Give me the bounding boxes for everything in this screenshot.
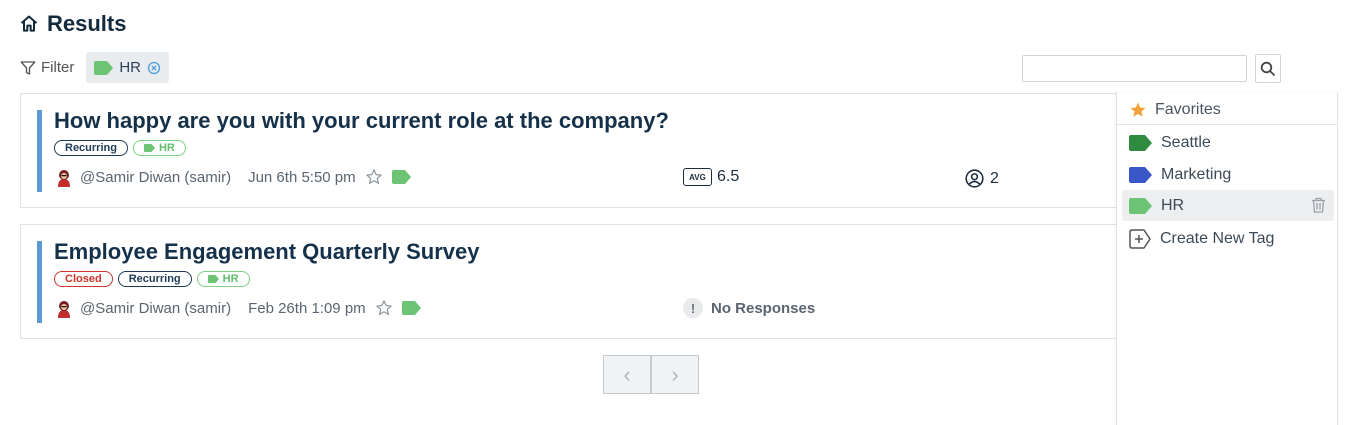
filter-icon [20,60,36,75]
tag-icon [207,275,219,283]
filter-chip-hr: HR [86,52,170,83]
star-icon[interactable] [365,168,383,186]
tag-icon [94,60,114,75]
tag-item-hr[interactable]: HR [1122,190,1334,221]
filter-bar: Filter HR [19,52,170,83]
filter-button[interactable]: Filter [19,59,74,77]
survey-date: Feb 26th 1:09 pm [248,299,366,317]
remove-chip-icon[interactable] [147,61,161,75]
no-responses-status: ! No Responses [683,298,815,318]
card-accent-bar [37,241,42,323]
average-score: AVG 6.5 [683,168,739,186]
survey-card[interactable]: Employee Engagement Quarterly Survey Clo… [20,224,1135,339]
search-icon [1260,61,1276,76]
avg-icon: AVG [683,168,712,186]
badge-list: Recurring HR [54,140,186,156]
favorites-label: Favorites [1155,101,1221,118]
tag-icon [1129,134,1152,151]
avatar [54,167,74,187]
survey-title[interactable]: How happy are you with your current role… [54,108,669,134]
add-tag-icon [1129,228,1151,249]
favorites-item[interactable]: Favorites [1117,96,1337,125]
survey-meta: @Samir Diwan (samir) Jun 6th 5:50 pm [54,166,411,188]
create-new-tag-button[interactable]: Create New Tag [1122,223,1334,254]
prev-page-button[interactable]: ‹ [603,355,651,394]
tag-item-label: HR [1161,196,1185,214]
pagination: ‹ › [603,355,699,394]
survey-title[interactable]: Employee Engagement Quarterly Survey [54,239,480,265]
recurring-badge: Recurring [117,271,192,287]
badge-label: HR [158,142,175,154]
recurring-badge: Recurring [54,140,128,156]
response-count-value: 2 [990,169,999,187]
status-text: No Responses [711,299,816,317]
tag-item-label: Marketing [1161,165,1232,183]
create-new-tag-label: Create New Tag [1160,229,1275,247]
search-button[interactable] [1255,54,1281,83]
hr-tag-badge: HR [132,140,186,156]
tag-item-seattle[interactable]: Seattle [1122,127,1334,158]
author[interactable]: @Samir Diwan (samir) [80,169,231,186]
star-filled-icon [1130,102,1146,117]
tag-item-marketing[interactable]: Marketing [1122,159,1334,190]
hr-tag-badge: HR [196,271,250,287]
page-header: Results [19,10,126,38]
author[interactable]: @Samir Diwan (samir) [80,300,231,317]
search-input[interactable] [1022,55,1247,82]
card-accent-bar [37,110,42,192]
exclamation-icon: ! [683,298,703,318]
badge-list: Closed Recurring HR [54,271,250,287]
survey-meta: @Samir Diwan (samir) Feb 26th 1:09 pm [54,297,421,319]
badge-label: HR [222,273,239,285]
home-icon[interactable] [19,14,39,34]
response-count: 2 [964,168,999,189]
star-icon[interactable] [375,299,393,317]
tag-item-label: Seattle [1161,133,1211,151]
avg-value: 6.5 [717,168,740,185]
tag-icon [1129,166,1152,183]
filter-label: Filter [41,59,75,76]
tag-icon [143,144,155,152]
survey-date: Jun 6th 5:50 pm [248,168,356,186]
tag-icon[interactable] [401,301,421,315]
trash-icon[interactable] [1311,197,1326,213]
tag-menu: Favorites Seattle Marketing HR Create Ne… [1116,92,1338,425]
page-title: Results [47,11,127,36]
chevron-right-icon: › [671,361,679,387]
next-page-button[interactable]: › [651,355,699,394]
survey-card[interactable]: How happy are you with your current role… [20,93,1135,208]
tag-icon[interactable] [391,170,411,184]
avatar [54,298,74,318]
user-circle-icon [965,169,984,188]
chevron-left-icon: ‹ [623,361,631,387]
closed-badge: Closed [54,271,113,287]
filter-chip-label: HR [119,59,142,76]
tag-icon [1129,197,1152,214]
